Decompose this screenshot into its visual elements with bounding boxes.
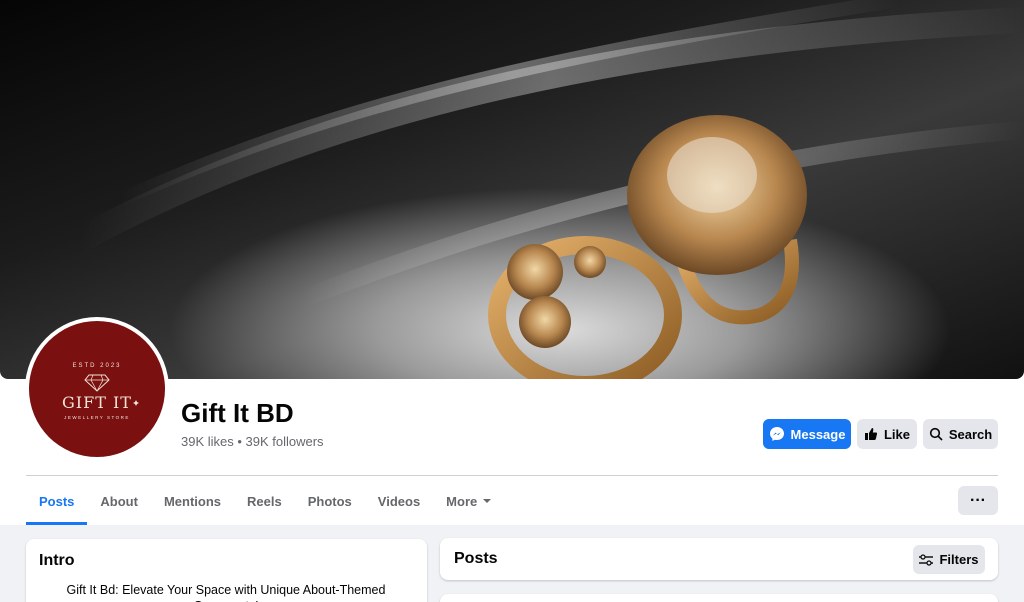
tab-label: Mentions <box>163 493 222 509</box>
logo: ESTD 2023 GIFT IT JEWELLERY STORE <box>29 321 165 457</box>
tab-label: More <box>446 493 478 509</box>
tab-more[interactable]: More <box>433 477 504 525</box>
tab-label: About <box>100 493 138 509</box>
tab-posts[interactable]: Posts <box>26 477 88 525</box>
posts-title: Posts <box>454 550 498 567</box>
ellipsis-icon: ··· <box>970 491 986 509</box>
tab-photos[interactable]: Photos <box>295 477 365 525</box>
more-options-button[interactable]: ··· <box>958 486 998 515</box>
intro-text: Gift It Bd: Elevate Your Space with Uniq… <box>66 583 386 602</box>
filters-label: Filters <box>939 552 979 567</box>
intro-title: Intro <box>39 552 75 569</box>
page-header: ESTD 2023 GIFT IT JEWELLERY STORE Gift I… <box>0 0 1024 525</box>
search-icon <box>929 427 943 441</box>
tab-reels[interactable]: Reels <box>234 477 295 525</box>
logo-subtitle: JEWELLERY STORE <box>64 415 130 420</box>
search-label: Search <box>948 426 993 442</box>
tab-about[interactable]: About <box>87 477 151 525</box>
divider <box>26 475 998 476</box>
posts-header-card: Posts Filters <box>440 538 998 580</box>
tab-videos[interactable]: Videos <box>365 477 433 525</box>
page-tabs: Posts About Mentions Reels Photos Videos… <box>26 477 504 525</box>
messenger-icon <box>769 427 784 441</box>
filters-button[interactable]: Filters <box>913 545 985 574</box>
tab-mentions[interactable]: Mentions <box>151 477 234 525</box>
page-title[interactable]: Gift It BD <box>181 398 294 429</box>
page-avatar[interactable]: ESTD 2023 GIFT IT JEWELLERY STORE <box>25 317 169 461</box>
logo-name: GIFT IT <box>62 393 132 412</box>
filter-sliders-icon <box>919 553 934 566</box>
tab-label: Videos <box>377 493 421 509</box>
tab-label: Photos <box>307 493 352 509</box>
logo-est: ESTD 2023 <box>72 363 122 369</box>
tab-label: Posts <box>39 493 75 509</box>
like-label: Like <box>883 426 910 442</box>
post-card <box>440 594 998 602</box>
page-stats[interactable]: 39K likes • 39K followers <box>181 434 324 449</box>
tab-label: Reels <box>247 493 282 509</box>
thumbs-up-icon <box>864 428 878 440</box>
caret-down-icon <box>483 499 492 503</box>
intro-card: Intro Gift It Bd: Elevate Your Space wit… <box>26 539 427 602</box>
search-button[interactable]: Search <box>923 419 998 449</box>
message-button[interactable]: Message <box>763 419 851 449</box>
diamond-icon <box>84 374 139 406</box>
message-label: Message <box>790 426 846 442</box>
like-button[interactable]: Like <box>857 419 917 449</box>
